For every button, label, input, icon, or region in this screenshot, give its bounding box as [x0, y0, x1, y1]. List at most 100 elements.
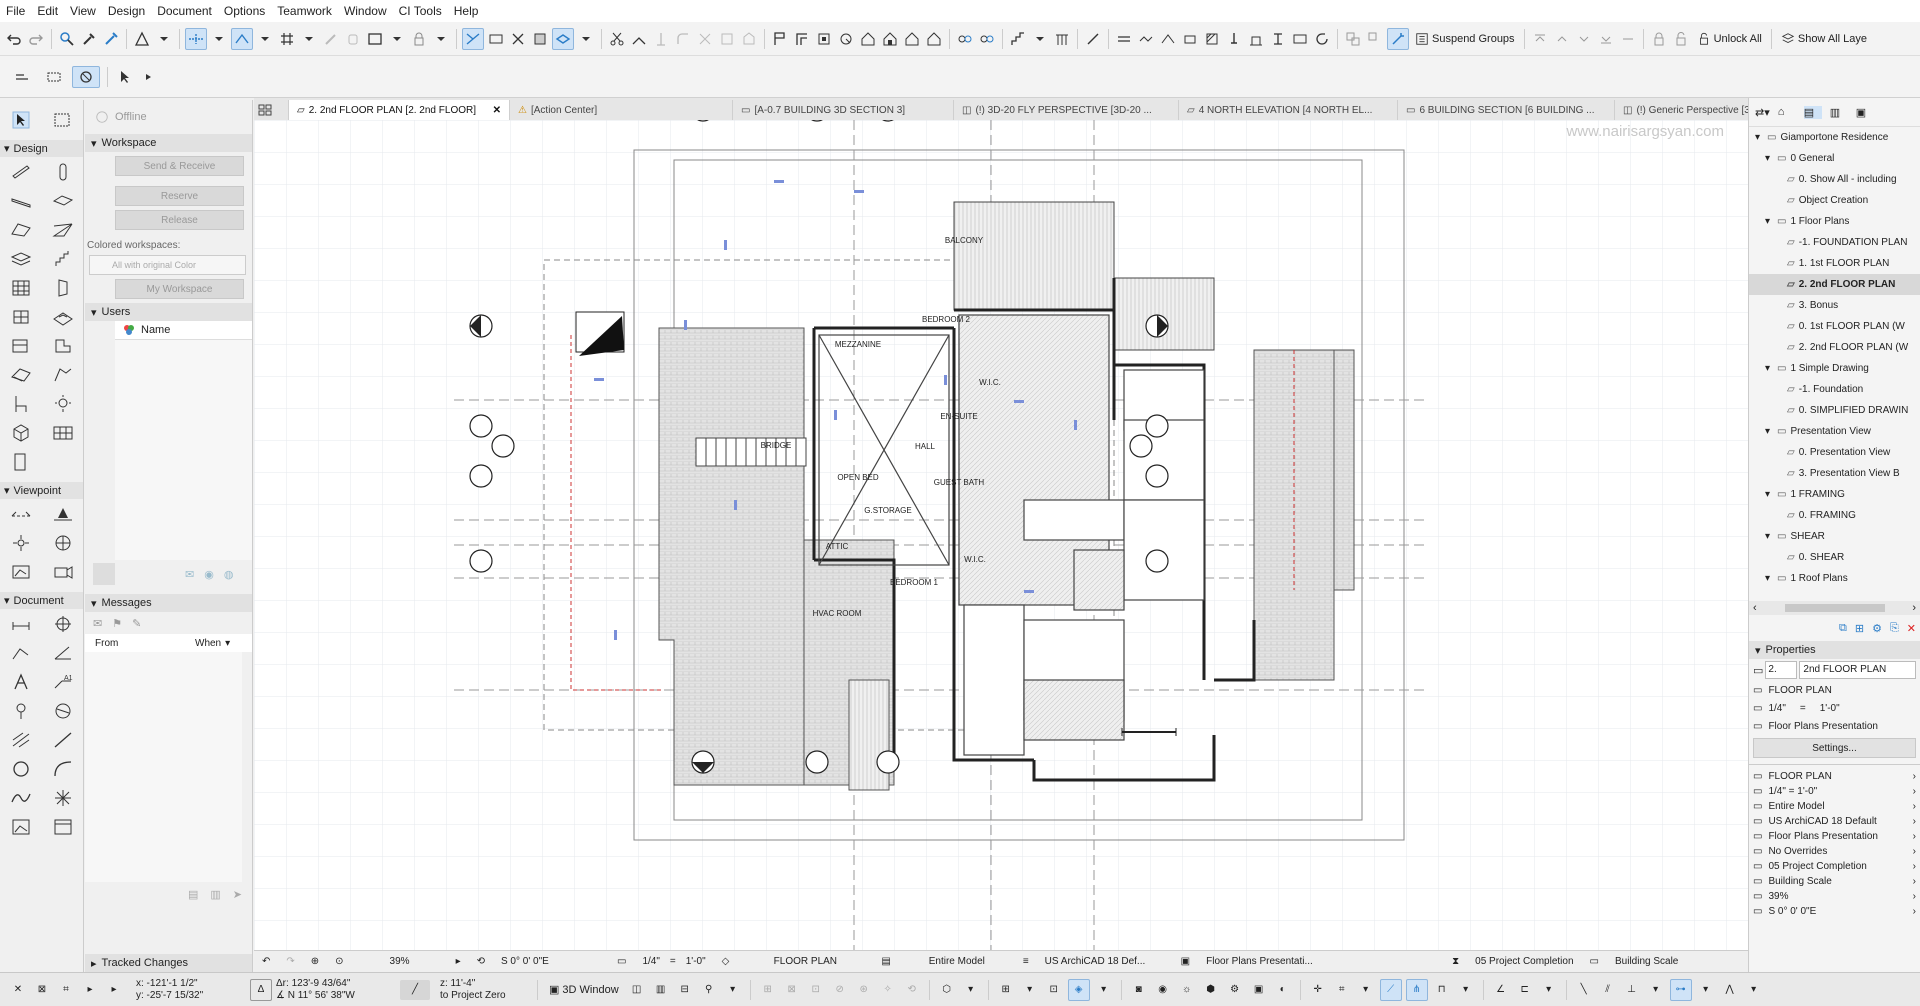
tab-fly-perspective[interactable]: ◫ (!) 3D-20 FLY PERSPECTIVE [3D-20 ...: [954, 100, 1179, 120]
change-tool-icon[interactable]: [42, 812, 84, 841]
panel-tool-icon[interactable]: [42, 418, 84, 447]
layer-combination[interactable]: FLOOR PLAN: [737, 956, 873, 967]
grid-snap-icon[interactable]: [277, 29, 297, 49]
bell-icon[interactable]: ⚑: [112, 617, 122, 630]
spot-tool-icon[interactable]: [0, 696, 42, 725]
chair-tool-icon[interactable]: [0, 389, 42, 418]
pen-set-option[interactable]: US ArchiCAD 18 Def...: [1037, 956, 1173, 967]
arc-tool-icon[interactable]: [42, 754, 84, 783]
house-icon[interactable]: [880, 29, 900, 49]
dropdown-arrow-icon[interactable]: [209, 29, 229, 49]
mesh-icon[interactable]: [1158, 29, 1178, 49]
relative-construction-icon[interactable]: ⌗: [56, 980, 76, 1000]
camera-icon[interactable]: ◙: [1129, 980, 1149, 1000]
chat-icon[interactable]: ◉: [204, 568, 214, 581]
slab-tool-icon[interactable]: [42, 186, 84, 215]
hide-icon[interactable]: ◐: [1273, 980, 1293, 1000]
navigator-item[interactable]: ▾ ▭ 1 Floor Plans: [1749, 211, 1920, 232]
roof-tool-icon[interactable]: [0, 215, 42, 244]
zoom-arrow-icon[interactable]: ▸: [448, 956, 469, 967]
railing-icon[interactable]: [1052, 29, 1072, 49]
slab-icon[interactable]: [1136, 29, 1156, 49]
text-tool-icon[interactable]: [0, 667, 42, 696]
link-icon[interactable]: [977, 29, 997, 49]
element-info-icon[interactable]: [40, 67, 68, 87]
magic-icon[interactable]: ✧: [878, 980, 898, 1000]
column-icon[interactable]: [814, 29, 834, 49]
send-back-icon[interactable]: [1596, 29, 1616, 49]
menu-file[interactable]: File: [0, 0, 31, 22]
marquee-icon[interactable]: [365, 29, 385, 49]
shell-tool-icon[interactable]: [42, 215, 84, 244]
magic-wand-icon[interactable]: [1387, 27, 1409, 50]
snap-point-icon[interactable]: ⋀: [1720, 980, 1740, 1000]
dimension-tool-icon[interactable]: [0, 609, 42, 638]
house-icon[interactable]: [902, 29, 922, 49]
view-id-field[interactable]: 2.: [1765, 661, 1798, 679]
fill-tool-icon[interactable]: [0, 725, 42, 754]
settings-icon[interactable]: ⚙: [1225, 980, 1245, 1000]
sun-icon[interactable]: ☼: [1177, 980, 1197, 1000]
orbit-icon[interactable]: [72, 65, 100, 88]
cross-icon[interactable]: [508, 29, 528, 49]
section-tool-icon[interactable]: [0, 499, 42, 528]
reserve-button[interactable]: Reserve: [115, 186, 244, 206]
dropdown-arrow-icon[interactable]: [299, 29, 319, 49]
wall-tool-icon[interactable]: [0, 157, 42, 186]
expand-caret-icon[interactable]: ▾: [1765, 363, 1773, 374]
dropdown-arrow-icon[interactable]: [1030, 29, 1050, 49]
navigator-item[interactable]: ▾ ▭ 1 Roof Plans: [1749, 568, 1920, 589]
navigator-item[interactable]: ▱ 2. 2nd FLOOR PLAN: [1749, 274, 1920, 295]
reset-order-icon[interactable]: [1618, 29, 1638, 49]
scale-value[interactable]: 1/4" = 1'-0": [634, 956, 713, 967]
dropdown-arrow-icon[interactable]: [255, 29, 275, 49]
label-tool-icon[interactable]: A1: [42, 667, 84, 696]
menu-options[interactable]: Options: [218, 0, 271, 22]
navigator-item[interactable]: ▱ 2. 2nd FLOOR PLAN (W: [1749, 337, 1920, 358]
layers-toggle-icon[interactable]: ◈: [1067, 978, 1090, 1001]
view-property-row[interactable]: ▭ 1/4" = 1'-0" ›: [1749, 784, 1920, 799]
door-tool-icon[interactable]: [42, 273, 84, 302]
hand-icon[interactable]: [343, 29, 363, 49]
zone-icon[interactable]: [1114, 29, 1134, 49]
tracker-icon[interactable]: ⊠: [32, 980, 52, 1000]
dropdown-arrow-icon[interactable]: [154, 29, 174, 49]
unlock-icon[interactable]: [1671, 29, 1691, 49]
navigator-hscroll[interactable]: ‹ ›: [1749, 601, 1920, 615]
3d-style-icon[interactable]: ▥: [651, 980, 671, 1000]
rotate-view-icon[interactable]: ⟲: [469, 956, 493, 967]
messages-header[interactable]: ▾ Messages: [85, 594, 252, 612]
layout-icon[interactable]: [132, 29, 152, 49]
figure-tool-icon[interactable]: [0, 812, 42, 841]
navigator-item[interactable]: ▱ 3. Presentation View B: [1749, 463, 1920, 484]
navigator-item[interactable]: ▾ ▭ 1 FRAMING: [1749, 484, 1920, 505]
view-name-field[interactable]: 2nd FLOOR PLAN: [1799, 661, 1916, 679]
dropdown-arrow-icon[interactable]: ▾: [723, 980, 743, 1000]
navigator-item[interactable]: ▱ 0. Show All - including: [1749, 169, 1920, 190]
3d-window-button[interactable]: ▣ 3D Window: [545, 983, 623, 997]
navigator-mode-icon[interactable]: ⇄▾: [1755, 106, 1770, 119]
view-angle[interactable]: S 0° 0' 0"E: [493, 956, 609, 967]
z-reference[interactable]: to Project Zero: [440, 990, 530, 1002]
navigator-item[interactable]: ▱ -1. FOUNDATION PLAN: [1749, 232, 1920, 253]
eyedropper-icon[interactable]: [79, 29, 99, 49]
expand-caret-icon[interactable]: ▾: [1765, 426, 1773, 437]
syringe-icon[interactable]: [101, 29, 121, 49]
solid-ops-icon[interactable]: ⊘: [830, 980, 850, 1000]
settings-view-icon[interactable]: ⚙: [1872, 622, 1882, 635]
object-tool-icon[interactable]: [0, 331, 42, 360]
split-icon[interactable]: [629, 29, 649, 49]
new-view-icon[interactable]: ⧉: [1839, 622, 1847, 635]
scissors-icon[interactable]: [607, 29, 627, 49]
settings-button[interactable]: Settings...: [1753, 738, 1916, 758]
marquee-tool-icon[interactable]: [42, 110, 84, 130]
bring-front-icon[interactable]: [1530, 29, 1550, 49]
view-property-row[interactable]: ▭ Building Scale ›: [1749, 874, 1920, 889]
expand-caret-icon[interactable]: ▾: [1755, 132, 1763, 143]
ruler-icon[interactable]: ⊏: [1515, 980, 1535, 1000]
worksheet-tool-icon[interactable]: [42, 528, 84, 557]
users-icon[interactable]: ◍: [224, 568, 234, 581]
radial-dimension-tool-icon[interactable]: [0, 638, 42, 667]
magnet-icon[interactable]: ⋔: [1405, 978, 1428, 1001]
line-tool-icon[interactable]: [42, 725, 84, 754]
